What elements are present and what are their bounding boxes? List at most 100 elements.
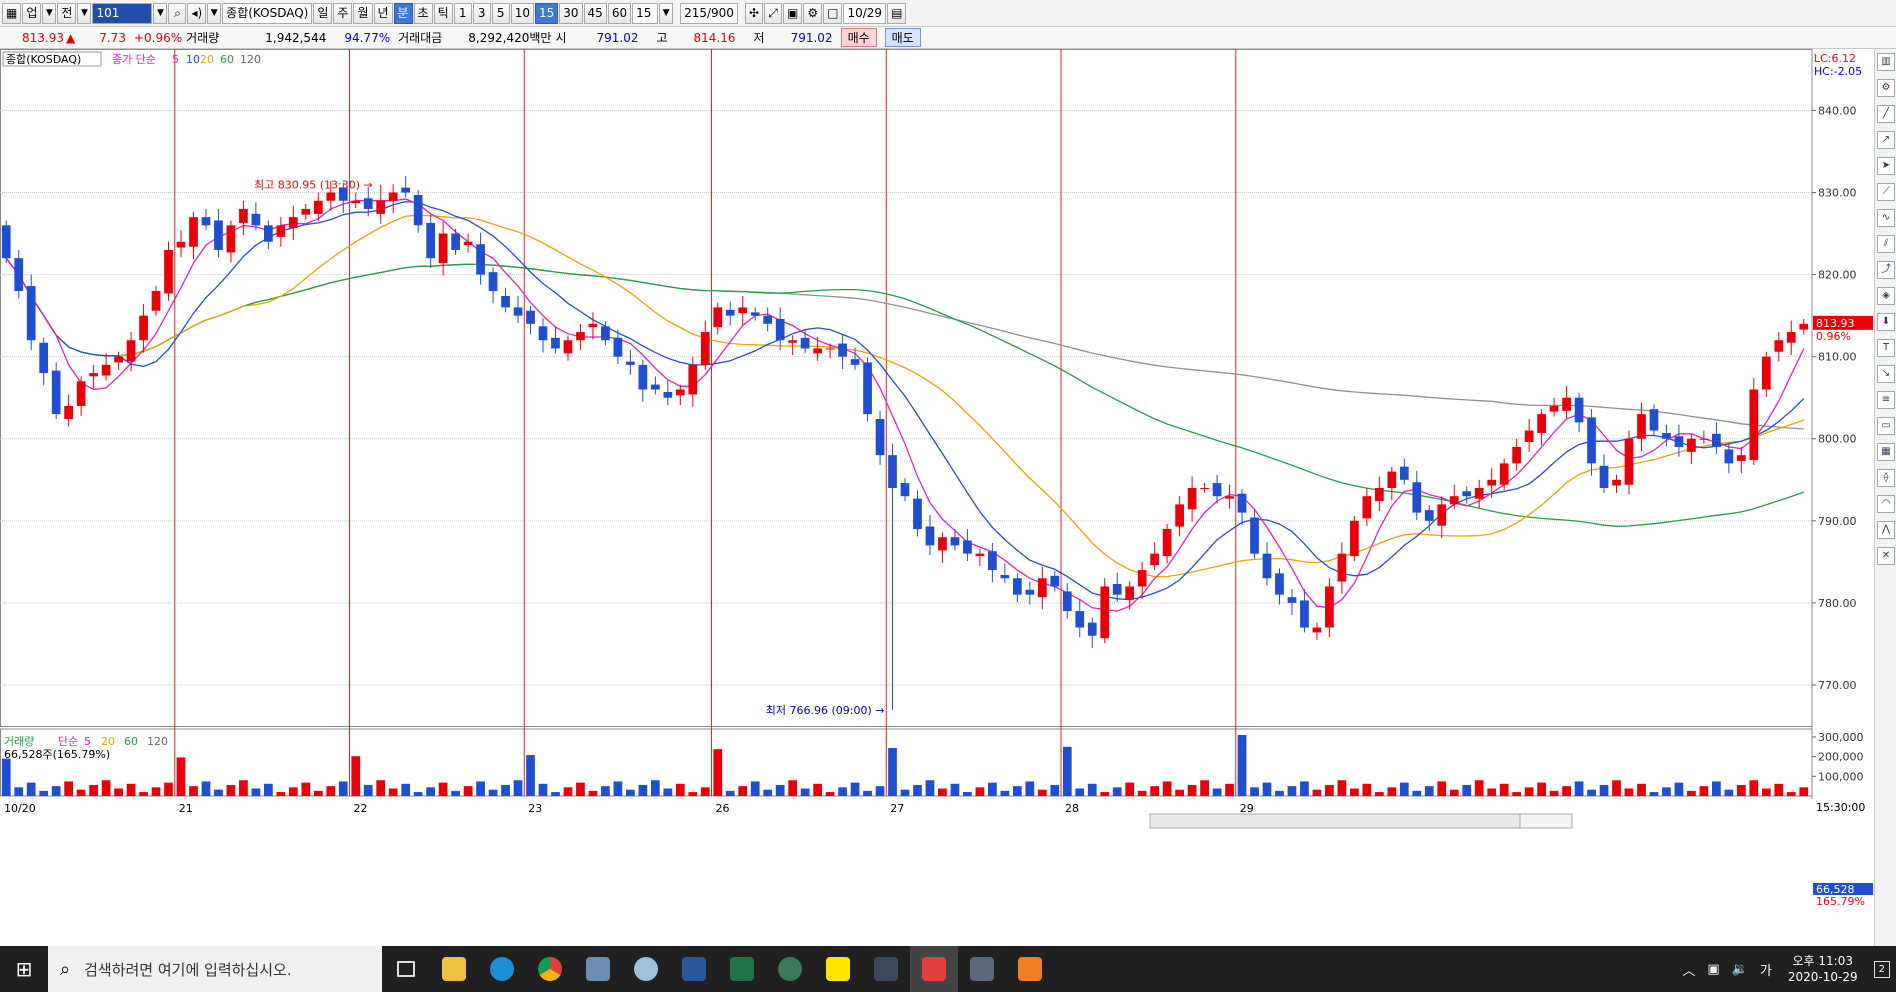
buy-button[interactable]: 매수 [840,28,877,47]
paint-icon[interactable] [622,946,670,992]
period-year[interactable]: 년 [373,2,393,24]
line-icon[interactable]: ↗ [1877,131,1895,149]
gear-icon[interactable]: ⚙ [803,2,823,24]
candle-body [14,258,24,292]
rise-icon[interactable]: ⤴ [1877,261,1895,279]
interval-3[interactable]: 3 [472,2,491,24]
zigzag-icon[interactable]: ⋀ [1877,521,1895,539]
globe-icon[interactable] [766,946,814,992]
app-icon[interactable] [574,946,622,992]
interval-15[interactable]: 15 [534,2,559,24]
erase-icon[interactable]: ✕ [1877,547,1895,565]
candle-body [1599,465,1609,488]
volume-bar [239,780,248,796]
volume-bar [1724,789,1734,796]
candle-body [1712,433,1721,447]
taskbar-search[interactable]: ⌕ 검색하려면 여기에 입력하십시오. [48,946,382,992]
candle-body [139,315,148,341]
bar-count[interactable]: 215/900 [680,2,738,24]
candle-body [1012,578,1022,595]
interval-1[interactable]: 1 [453,2,472,24]
gear-icon[interactable]: ⚙ [1877,79,1895,97]
chevron-down-icon[interactable]: ▼ [207,2,222,24]
volume-icon[interactable]: 🔉 [1732,962,1748,977]
chevron-down-icon[interactable]: ▼ [153,2,168,24]
date-input[interactable]: 10/29 [843,2,887,24]
search-icon[interactable]: ⌕ [168,2,187,24]
code-input[interactable]: 101 [92,2,153,24]
chevron-down-icon[interactable]: ▼ [42,2,57,24]
channel-icon[interactable]: ⫽ [1877,235,1895,253]
excel-icon[interactable] [718,946,766,992]
low-value: 791.02 [790,30,833,45]
word-icon[interactable] [670,946,718,992]
notification-icon[interactable]: 2 [1873,960,1890,978]
calculator-icon[interactable] [958,946,1006,992]
scope-select[interactable]: 전 [57,2,77,24]
volume-bar [563,787,573,796]
crosshair-icon[interactable]: ✣ [744,2,764,24]
volume-bar [1662,787,1671,796]
grid-icon[interactable]: ▦ [1877,443,1895,461]
task-view-icon[interactable] [382,946,430,992]
windows-start-icon[interactable]: ⊞ [0,946,48,992]
volume-bar [1712,781,1721,796]
current-price-label: 813.93 [1816,317,1855,330]
edge-icon[interactable] [478,946,526,992]
market-select[interactable]: 업 [22,2,42,24]
down-icon[interactable]: ⬇ [1877,313,1895,331]
chrome-icon[interactable] [526,946,574,992]
candle-body [313,200,323,214]
interval-5[interactable]: 5 [491,2,510,24]
network-icon[interactable]: ▣ [1707,962,1719,977]
trend-icon[interactable]: ╱ [1877,105,1895,123]
text-icon[interactable]: T [1877,339,1895,357]
volume-bar [963,792,972,796]
clock[interactable]: 오후 11:03 2020-10-29 [1788,953,1858,985]
period-week[interactable]: 주 [333,2,353,24]
chart-tool-icon[interactable]: ▥ [1877,53,1895,71]
interval-select[interactable]: 15 [632,2,659,24]
diagonal-icon[interactable]: ⟋ [1877,183,1895,201]
wave-icon[interactable]: ∿ [1877,209,1895,227]
cursor-icon[interactable]: ➤ [1877,157,1895,175]
interval-10[interactable]: 10 [510,2,534,24]
period-month[interactable]: 월 [353,2,373,24]
kakaotalk-icon[interactable] [814,946,862,992]
ime-indicator[interactable]: 가 [1760,960,1772,979]
speaker-icon[interactable]: ◂) [187,2,207,24]
low-annotation: 최저 766.96 (09:00) → [766,704,885,717]
arc-icon[interactable]: ◠ [1877,495,1895,513]
period-tick[interactable]: 틱 [433,2,453,24]
chevron-up-icon[interactable]: ︿ [1682,960,1695,979]
file-explorer-icon[interactable] [430,946,478,992]
trading-app-icon[interactable] [910,946,958,992]
interval-30[interactable]: 30 [559,2,583,24]
period-day[interactable]: 일 [313,2,333,24]
g-app-icon[interactable] [862,946,910,992]
period-second[interactable]: 초 [413,2,433,24]
save-icon[interactable]: ▣ [783,2,803,24]
expand-icon[interactable]: ⤢ [764,2,783,24]
ruler-icon[interactable]: ↘ [1877,365,1895,383]
period-minute[interactable]: 분 [393,2,413,24]
orange-app-icon[interactable] [1006,946,1054,992]
date-checkbox[interactable]: □ [823,2,843,24]
fib-icon[interactable]: ≡ [1877,391,1895,409]
candle-body [950,537,960,546]
chevron-down-icon[interactable]: ▼ [659,2,674,24]
calendar-icon[interactable]: ▤ [887,2,907,24]
price-chart[interactable]: 840.00 830.00 820.00 810.00 800.00 790.00 780.… [0,49,1874,946]
sell-button[interactable]: 매도 [884,28,921,47]
chevron-down-icon[interactable]: ▼ [77,2,92,24]
up-arrow-icon: ▲ [66,30,76,45]
box-icon[interactable]: ▭ [1877,417,1895,435]
interval-60[interactable]: 60 [607,2,632,24]
date-label: 26 [716,802,730,815]
fan-icon[interactable]: ⟠ [1877,469,1895,487]
grid-icon[interactable]: ▦ [2,2,22,24]
stamp-icon[interactable]: ◈ [1877,287,1895,305]
symbol-name[interactable]: 종합(KOSDAQ) [222,2,313,24]
volume-bar [551,792,560,796]
interval-45[interactable]: 45 [583,2,607,24]
